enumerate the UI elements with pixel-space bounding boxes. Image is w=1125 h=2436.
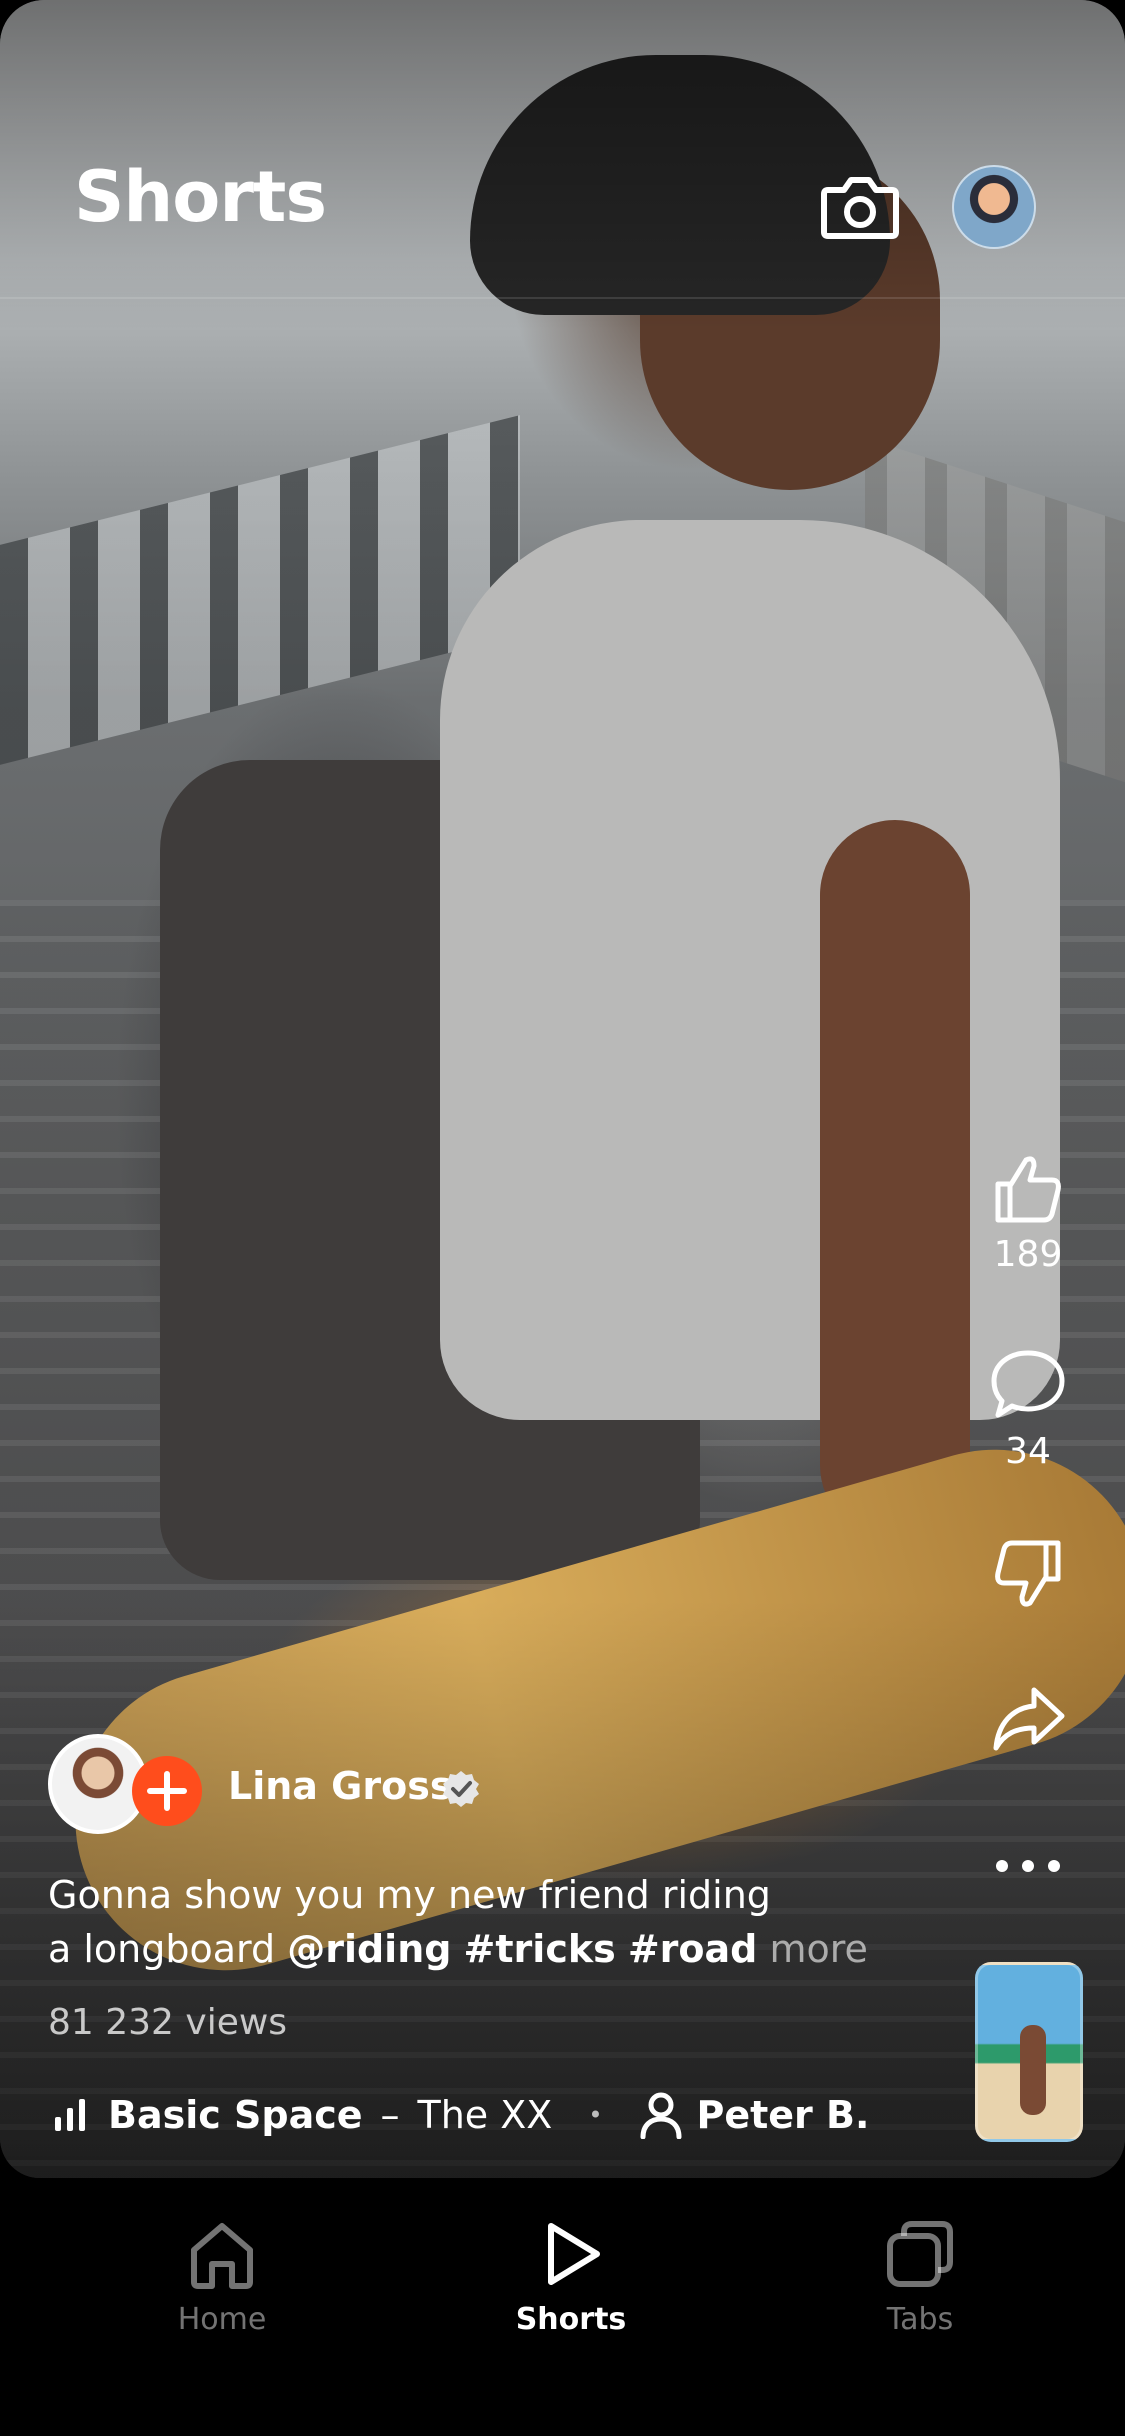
share-icon	[993, 1687, 1065, 1751]
thumbs-down-icon	[995, 1540, 1061, 1607]
verified-badge-icon	[443, 1771, 479, 1807]
share-button[interactable]	[980, 1678, 1076, 1758]
shorts-screen: Shorts 189 34 Lina Gross Gonna show you …	[0, 0, 1125, 2436]
like-button[interactable]: 189	[980, 1148, 1076, 1275]
music-separator: –	[380, 2093, 400, 2137]
tabs-icon	[887, 2221, 953, 2287]
tag-hashtag[interactable]: #road	[628, 1927, 758, 1971]
tag-hashtag[interactable]: #tricks	[464, 1927, 616, 1971]
caption-line-2-prefix: a longboard	[48, 1927, 276, 1971]
tab-home[interactable]: Home	[122, 2216, 322, 2337]
play-icon	[548, 2223, 600, 2285]
person-icon	[640, 2092, 681, 2139]
thumbs-up-icon	[995, 1156, 1061, 1223]
video-gradient-overlay	[0, 0, 1125, 2178]
follow-button[interactable]	[132, 1756, 202, 1826]
tag-mention[interactable]: @riding	[287, 1927, 451, 1971]
page-title: Shorts	[74, 156, 327, 238]
more-button[interactable]	[980, 1826, 1076, 1906]
tab-home-label: Home	[177, 2302, 267, 2337]
next-short-thumbnail[interactable]	[975, 1962, 1083, 2142]
music-title: Basic Space	[108, 2093, 363, 2137]
header-divider	[0, 297, 1125, 299]
dislike-button[interactable]	[980, 1535, 1076, 1615]
comment-icon	[991, 1350, 1065, 1418]
more-horizontal-icon	[996, 1860, 1060, 1872]
caption-more-link[interactable]: more	[769, 1927, 867, 1971]
credit-name: Peter B.	[696, 2093, 870, 2137]
tab-tabs-label: Tabs	[886, 2302, 954, 2337]
video-player[interactable]	[0, 0, 1125, 2178]
tab-tabs[interactable]: Tabs	[820, 2216, 1020, 2337]
music-artist: The XX	[417, 2093, 553, 2137]
music-credit-row[interactable]: Basic Space – The XX • Peter B.	[52, 2090, 869, 2140]
plus-icon	[147, 1771, 187, 1811]
caption-text[interactable]: Gonna show you my new friend riding a lo…	[48, 1868, 868, 1976]
like-count: 189	[993, 1234, 1063, 1275]
tab-shorts[interactable]: Shorts	[471, 2216, 671, 2337]
comment-count: 34	[1005, 1431, 1051, 1472]
thumbnail-figure	[1020, 2025, 1046, 2115]
profile-avatar[interactable]	[952, 165, 1036, 249]
dot-separator: •	[588, 2101, 603, 2129]
home-icon	[191, 2223, 253, 2289]
camera-icon[interactable]	[820, 170, 900, 240]
bottom-tab-bar: Home Shorts Tabs	[0, 2178, 1125, 2436]
author-name[interactable]: Lina Gross	[228, 1764, 452, 1808]
tab-shorts-label: Shorts	[515, 2302, 627, 2337]
views-count: 81 232 views	[48, 2002, 288, 2043]
comment-button[interactable]: 34	[980, 1345, 1076, 1472]
caption-line-1: Gonna show you my new friend riding	[48, 1873, 771, 1917]
audio-bars-icon	[55, 2099, 85, 2131]
